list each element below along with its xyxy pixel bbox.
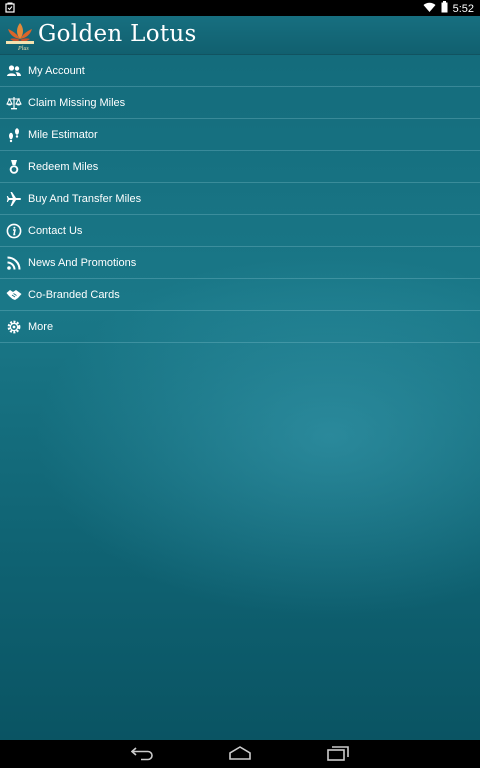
navigation-bar bbox=[0, 740, 480, 768]
scale-icon bbox=[0, 95, 28, 111]
menu-item-label: Redeem Miles bbox=[28, 160, 99, 173]
rss-icon bbox=[0, 255, 28, 271]
app-header: Plus Golden Lotus bbox=[0, 16, 480, 55]
airplane-icon bbox=[0, 191, 28, 207]
menu-item-contact-us[interactable]: Contact Us bbox=[0, 215, 480, 247]
footprints-icon bbox=[0, 127, 28, 143]
status-bar: 5:52 bbox=[0, 0, 480, 16]
medal-icon bbox=[0, 159, 28, 175]
wifi-icon bbox=[423, 2, 436, 16]
menu-item-label: Mile Estimator bbox=[28, 128, 98, 141]
menu-item-my-account[interactable]: My Account bbox=[0, 55, 480, 87]
info-icon bbox=[0, 223, 28, 239]
menu-item-buy-and-transfer-miles[interactable]: Buy And Transfer Miles bbox=[0, 183, 480, 215]
status-time: 5:52 bbox=[452, 2, 474, 15]
people-icon bbox=[0, 63, 28, 79]
gear-icon bbox=[0, 319, 28, 335]
menu-item-news-and-promotions[interactable]: News And Promotions bbox=[0, 247, 480, 279]
menu-item-label: Contact Us bbox=[28, 224, 83, 237]
recent-apps-icon[interactable] bbox=[327, 745, 349, 766]
svg-text:Plus: Plus bbox=[17, 46, 29, 51]
home-icon[interactable] bbox=[228, 745, 252, 766]
menu-item-label: More bbox=[28, 320, 54, 333]
app-screen: Plus Golden Lotus My Account Claim Missi… bbox=[0, 16, 480, 740]
menu-item-label: My Account bbox=[28, 64, 85, 77]
menu-item-redeem-miles[interactable]: Redeem Miles bbox=[0, 151, 480, 183]
app-title: Golden Lotus bbox=[38, 21, 197, 47]
menu-item-label: Claim Missing Miles bbox=[28, 96, 126, 109]
handshake-icon bbox=[0, 287, 28, 303]
battery-icon bbox=[441, 1, 448, 16]
notification-icon bbox=[5, 2, 15, 16]
main-menu: My Account Claim Missing Miles Mile Esti… bbox=[0, 55, 480, 343]
menu-item-label: Buy And Transfer Miles bbox=[28, 192, 142, 205]
menu-item-co-branded-cards[interactable]: Co-Branded Cards bbox=[0, 279, 480, 311]
menu-item-mile-estimator[interactable]: Mile Estimator bbox=[0, 119, 480, 151]
menu-item-label: Co-Branded Cards bbox=[28, 288, 120, 301]
menu-item-label: News And Promotions bbox=[28, 256, 137, 269]
menu-item-claim-missing-miles[interactable]: Claim Missing Miles bbox=[0, 87, 480, 119]
back-icon[interactable] bbox=[130, 745, 155, 766]
lotus-logo-icon: Plus bbox=[4, 19, 36, 52]
menu-item-more[interactable]: More bbox=[0, 311, 480, 343]
